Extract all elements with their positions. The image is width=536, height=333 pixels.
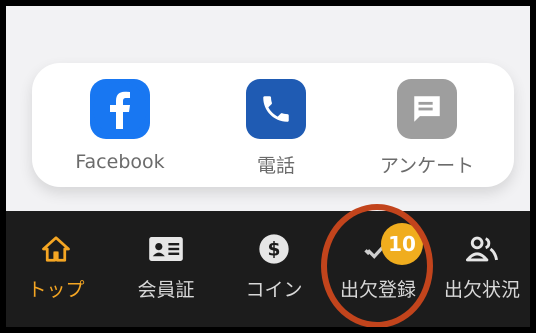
tab-attendance-register-label: 出欠登録: [339, 279, 416, 301]
tab-attendance-status[interactable]: 出欠状況: [438, 211, 526, 327]
tab-top-label: トップ: [27, 279, 85, 301]
attendance-status-icon: [465, 233, 499, 265]
survey-label: アンケート: [379, 155, 475, 177]
tab-member-card-label: 会員証: [137, 279, 195, 301]
quick-links-card: Facebook 電話 アンケート: [32, 63, 514, 187]
member-card-icon: [148, 233, 184, 265]
tab-top[interactable]: トップ: [14, 211, 98, 327]
facebook-link[interactable]: Facebook: [60, 63, 180, 187]
phone-label: 電話: [256, 155, 295, 177]
facebook-label: Facebook: [75, 151, 165, 173]
bottom-tab-bar: トップ 会員証 $ コイン 出欠登録 10 出欠状況: [6, 211, 530, 327]
facebook-icon: [90, 79, 150, 139]
survey-link[interactable]: アンケート: [367, 63, 487, 187]
tab-member-card[interactable]: 会員証: [124, 211, 208, 327]
notification-badge: 10: [381, 223, 423, 265]
tab-coin-label: コイン: [245, 279, 303, 301]
phone-icon: [246, 79, 306, 139]
tab-attendance-register[interactable]: 出欠登録 10: [333, 211, 423, 327]
tab-attendance-status-label: 出欠状況: [443, 279, 520, 301]
survey-icon: [397, 79, 457, 139]
phone-link[interactable]: 電話: [216, 63, 336, 187]
svg-text:$: $: [268, 240, 281, 261]
home-icon: [41, 233, 71, 265]
app-screen: Facebook 電話 アンケート トップ 会員証 $ コイン 出欠登録 10 …: [6, 6, 530, 327]
tab-coin[interactable]: $ コイン: [232, 211, 316, 327]
coin-icon: $: [258, 233, 290, 265]
